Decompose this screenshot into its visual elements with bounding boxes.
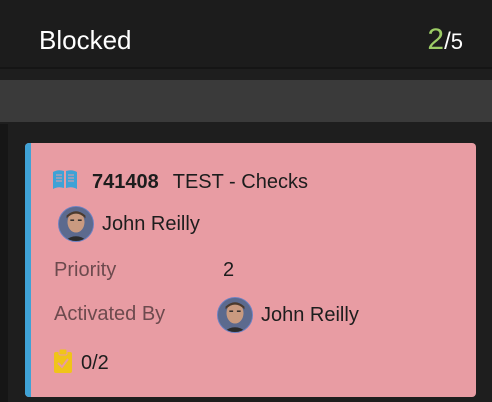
activated-by-name: John Reilly: [261, 303, 359, 326]
checklist-progress: 0/2: [81, 351, 109, 374]
wip-count-limit: 5: [450, 29, 463, 54]
priority-value: 2: [223, 259, 235, 281]
card-title-row: 741408 TEST - Checks: [52, 168, 308, 196]
card-title[interactable]: TEST - Checks: [173, 171, 308, 194]
column-title: Blocked: [39, 25, 132, 55]
activated-by-label: Activated By: [54, 303, 166, 325]
wip-count-separator: /: [444, 28, 451, 55]
book-icon: [52, 169, 92, 196]
wip-count: 2/5: [427, 24, 463, 61]
work-item-card[interactable]: 741408 TEST - Checks John Reilly Priorit…: [25, 143, 476, 397]
column-toolbar: [0, 80, 492, 122]
wip-count-current: 2: [427, 23, 445, 56]
column-header: Blocked 2/5: [0, 0, 492, 67]
card-accent-bar: [25, 143, 31, 397]
card-id[interactable]: 741408: [92, 171, 159, 194]
checklist-row[interactable]: 0/2: [53, 348, 109, 378]
assignee-row[interactable]: John Reilly: [58, 205, 200, 243]
priority-label: Priority: [54, 259, 117, 281]
assignee-name: John Reilly: [102, 212, 200, 235]
column-divider: [0, 124, 8, 402]
avatar: [58, 206, 94, 242]
clipboard-check-icon: [53, 348, 81, 379]
avatar: [217, 297, 253, 333]
header-divider: [0, 67, 492, 69]
activated-by-value: John Reilly: [217, 296, 359, 334]
